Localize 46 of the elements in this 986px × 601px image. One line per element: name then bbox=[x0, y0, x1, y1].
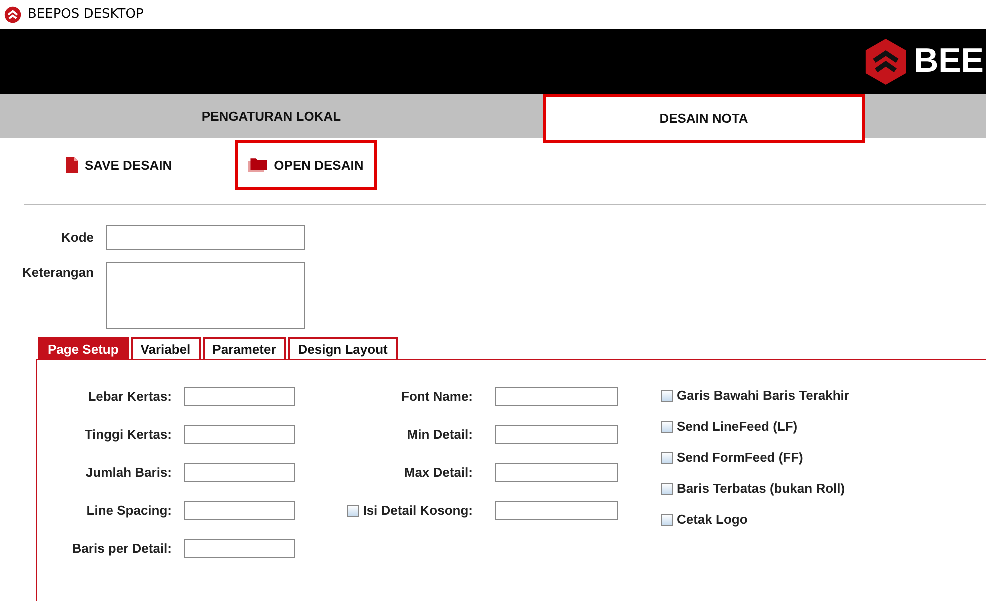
field-label: Baris per Detail: bbox=[71, 541, 172, 556]
field-label: Font Name: bbox=[402, 389, 473, 404]
input-field[interactable] bbox=[184, 463, 295, 482]
checkbox[interactable] bbox=[661, 452, 673, 464]
input-field[interactable] bbox=[184, 425, 295, 444]
checkbox-label: Send LineFeed (LF) bbox=[677, 419, 798, 434]
nav-tab[interactable]: DESAIN NOTA bbox=[543, 94, 865, 143]
checkbox-label: Send FormFeed (FF) bbox=[677, 450, 804, 465]
hexagon-logo-icon bbox=[864, 38, 908, 86]
tab[interactable]: Variabel bbox=[130, 337, 201, 359]
app-logo-icon bbox=[4, 6, 22, 24]
folder-icon bbox=[248, 157, 268, 173]
input-field[interactable] bbox=[495, 463, 618, 482]
checkbox[interactable] bbox=[661, 390, 673, 402]
file-icon bbox=[65, 157, 79, 173]
text-area[interactable] bbox=[106, 262, 305, 329]
field-label: Jumlah Baris: bbox=[85, 465, 172, 480]
window-title: BEEPOS DESKTOP bbox=[28, 7, 144, 22]
checkbox[interactable] bbox=[347, 504, 360, 516]
brand-logo-text: BEE bbox=[914, 42, 984, 81]
input-field[interactable] bbox=[495, 425, 618, 444]
tab[interactable]: Parameter bbox=[202, 337, 286, 359]
input-field[interactable] bbox=[495, 387, 618, 406]
tab[interactable]: Design Layout bbox=[288, 337, 398, 359]
field-label: Max Detail: bbox=[404, 465, 473, 480]
field-label: Min Detail: bbox=[407, 427, 473, 442]
input-field[interactable] bbox=[184, 539, 295, 558]
input-field[interactable] bbox=[106, 225, 305, 250]
input-field[interactable] bbox=[184, 387, 295, 406]
input-field[interactable] bbox=[495, 501, 618, 520]
field-label: Lebar Kertas: bbox=[87, 389, 172, 404]
nav-tab[interactable]: PENGATURAN LOKAL bbox=[0, 94, 543, 138]
checkbox[interactable] bbox=[661, 420, 673, 432]
checkbox-label: Cetak Logo bbox=[677, 512, 748, 527]
field-label: Kode bbox=[60, 230, 95, 245]
checkbox-label: Garis Bawahi Baris Terakhir bbox=[677, 388, 850, 403]
open-button[interactable]: OPEN DESAIN bbox=[235, 140, 377, 190]
tab[interactable]: Page Setup bbox=[38, 337, 129, 359]
field-label: Keterangan bbox=[21, 264, 95, 280]
field-label: Isi Detail Kosong: bbox=[363, 503, 473, 518]
field-label: Line Spacing: bbox=[86, 503, 172, 518]
checkbox[interactable] bbox=[661, 514, 673, 526]
input-field[interactable] bbox=[184, 501, 295, 520]
checkbox[interactable] bbox=[661, 482, 673, 494]
checkbox-label: Baris Terbatas (bukan Roll) bbox=[677, 481, 846, 496]
field-label: Tinggi Kertas: bbox=[84, 427, 172, 442]
